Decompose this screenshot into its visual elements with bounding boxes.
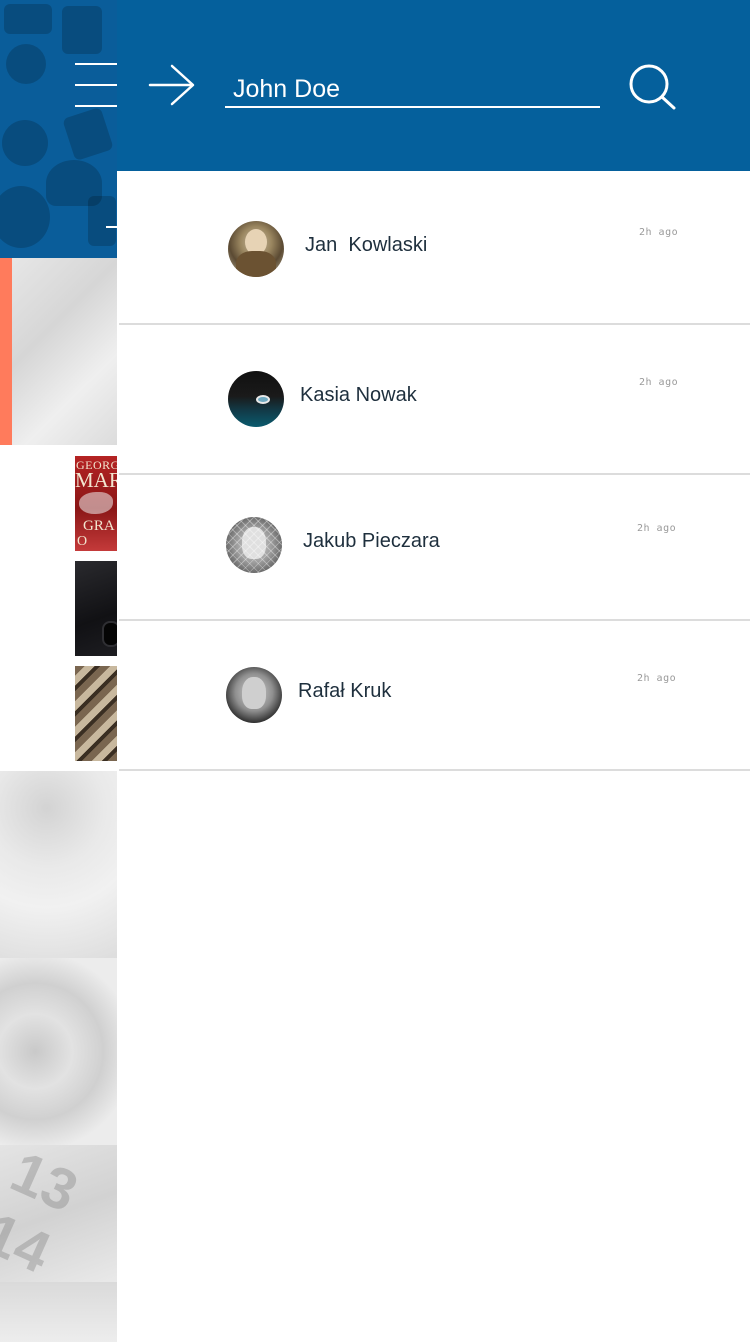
search-result-item[interactable]: Jakub Pieczara 2h ago bbox=[117, 475, 750, 621]
search-result-item[interactable]: Rafał Kruk 2h ago bbox=[117, 621, 750, 771]
contact-name: Jakub Pieczara bbox=[303, 530, 440, 552]
background-page: GEORG MAR GRA O TRO 13 14 bbox=[0, 0, 117, 1342]
hamburger-icon[interactable] bbox=[75, 63, 117, 107]
search-input[interactable] bbox=[233, 72, 593, 106]
tab-indicator bbox=[106, 226, 117, 228]
search-result-item[interactable]: Jan Kowlaski 2h ago bbox=[117, 171, 750, 325]
background-photo: 13 14 bbox=[0, 1139, 117, 1286]
book-cover-text: MAR bbox=[75, 468, 117, 492]
arrow-right-icon bbox=[148, 64, 195, 106]
background-photo bbox=[0, 771, 117, 958]
accent-bar bbox=[0, 258, 12, 445]
background-photo bbox=[0, 258, 117, 445]
product-thumbnail-console[interactable] bbox=[75, 561, 117, 656]
background-photo bbox=[0, 958, 117, 1145]
close-drawer-button[interactable] bbox=[148, 63, 196, 107]
book-cover-text: GRA bbox=[83, 518, 115, 534]
background-header bbox=[0, 0, 117, 258]
avatar bbox=[226, 517, 282, 573]
search-drawer: Jan Kowlaski 2h ago Kasia Nowak 2h ago J… bbox=[117, 0, 750, 1342]
row-divider bbox=[119, 769, 750, 771]
book-cover-text: O TRO bbox=[77, 534, 105, 551]
timestamp: 2h ago bbox=[637, 673, 677, 684]
search-header bbox=[117, 0, 750, 171]
search-icon bbox=[629, 64, 676, 110]
avatar bbox=[228, 221, 284, 277]
timestamp: 2h ago bbox=[637, 523, 677, 534]
contact-name: Kasia Nowak bbox=[300, 384, 417, 406]
timestamp: 2h ago bbox=[639, 227, 679, 238]
timestamp: 2h ago bbox=[639, 377, 679, 388]
product-thumbnail-book[interactable]: GEORG MAR GRA O TRO bbox=[75, 456, 117, 551]
gamepad-icon bbox=[102, 621, 117, 647]
search-result-item[interactable]: Kasia Nowak 2h ago bbox=[117, 325, 750, 475]
avatar bbox=[228, 371, 284, 427]
search-field[interactable] bbox=[225, 70, 600, 108]
product-thumbnail-sweater[interactable] bbox=[75, 666, 117, 761]
contact-name: Jan Kowlaski bbox=[305, 234, 428, 256]
background-photo bbox=[0, 1282, 117, 1342]
search-button[interactable] bbox=[628, 63, 678, 113]
contact-name: Rafał Kruk bbox=[298, 680, 392, 702]
avatar bbox=[226, 667, 282, 723]
